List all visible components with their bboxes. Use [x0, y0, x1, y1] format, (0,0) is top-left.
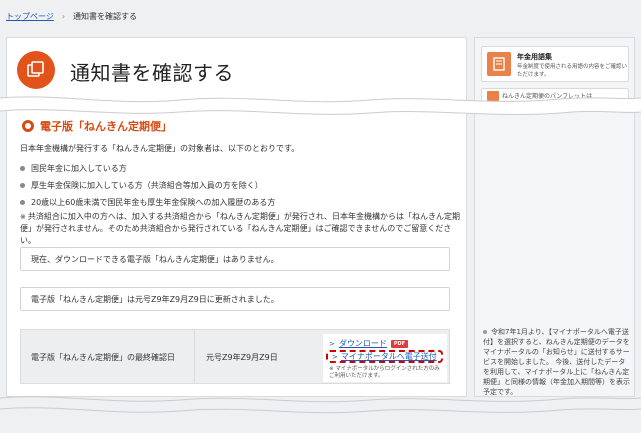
list-item: 国民年金に加入している方	[20, 160, 275, 177]
update-info-box: 電子版「ねんきん定期便」は元号Z9年Z9月Z9日に更新されました。	[20, 287, 450, 311]
pamphlet-text: ねんきん定期便のパンフレットは	[502, 93, 593, 100]
pdf-badge: PDF	[390, 339, 409, 348]
eligibility-list: 国民年金に加入している方 厚生年金保険に加入している方（共済組合等加入員の方を除…	[20, 160, 275, 211]
bullet-icon	[483, 330, 487, 334]
last-confirm-row: 電子版「ねんきん定期便」の最終確認日 元号Z9年Z9月Z9日 > ダウンロード …	[20, 329, 450, 384]
mutual-aid-note: ※ 共済組合に加入中の方へは、加入する共済組合から「ねんきん定期便」が発行され、日…	[20, 212, 460, 245]
circle-bullet-icon	[22, 120, 34, 132]
download-link[interactable]: ダウンロード	[339, 338, 387, 349]
chevron-right-icon: >	[332, 352, 338, 361]
note-mark: ※	[20, 213, 26, 221]
pamphlet-card[interactable]: ねんきん定期便のパンフレットは	[481, 88, 629, 102]
last-confirm-label: 電子版「ねんきん定期便」の最終確認日	[31, 353, 175, 362]
breadcrumb-current: 通知書を確認する	[73, 12, 138, 21]
actions-panel: > ダウンロード PDF > マイナポータルへ電子送付 ※ マイナポータルからロ…	[323, 334, 447, 382]
documents-icon	[17, 51, 55, 89]
section-title: 電子版「ねんきん定期便」	[22, 118, 172, 134]
download-row: > ダウンロード PDF	[329, 338, 409, 349]
last-confirm-date: 元号Z9年Z9月Z9日	[206, 353, 278, 362]
book-icon	[487, 52, 511, 76]
divider	[194, 330, 195, 383]
breadcrumb-home-link[interactable]: トップページ	[6, 11, 54, 22]
glossary-title: 年金用語集	[517, 53, 552, 61]
breadcrumb-separator-icon: ›	[61, 12, 66, 21]
glossary-card[interactable]: 年金用語集 年金制度で使用される用語の内容をご確認いただけます。	[481, 46, 629, 82]
mynaportal-row: > マイナポータルへ電子送付	[326, 350, 443, 363]
mynaportal-note: ※ マイナポータルからログインされた方のみご利用いただけます。	[329, 366, 440, 379]
pamphlet-icon	[487, 91, 499, 101]
list-item: 20歳以上60歳未満で国民年金も厚生年金保険への加入履歴のある方	[20, 194, 275, 211]
breadcrumb: トップページ › 通知書を確認する	[6, 11, 137, 22]
section-title-text: 電子版「ねんきん定期便」	[40, 120, 172, 133]
intro-text: 日本年金機構が発行する「ねんきん定期便」の対象者は、以下のとおりです。	[20, 144, 300, 153]
no-download-box: 現在、ダウンロードできる電子版「ねんきん定期便」はありません。	[20, 247, 450, 271]
bullet-icon	[20, 183, 25, 188]
list-item: 厚生年金保険に加入している方（共済組合等加入員の方を除く）	[20, 177, 275, 194]
bullet-icon	[20, 166, 25, 171]
chevron-right-icon: >	[329, 339, 335, 348]
sidebar-note: 令和7年1月より、【マイナポータルへ電子送付】を選択すると、ねんきん定期便のデー…	[483, 328, 630, 396]
bullet-icon	[20, 200, 25, 205]
glossary-desc: 年金制度で使用される用語の内容をご確認いただけます。	[517, 64, 628, 78]
mynaportal-send-link[interactable]: マイナポータルへ電子送付	[341, 351, 437, 362]
page-title: 通知書を確認する	[70, 61, 234, 85]
